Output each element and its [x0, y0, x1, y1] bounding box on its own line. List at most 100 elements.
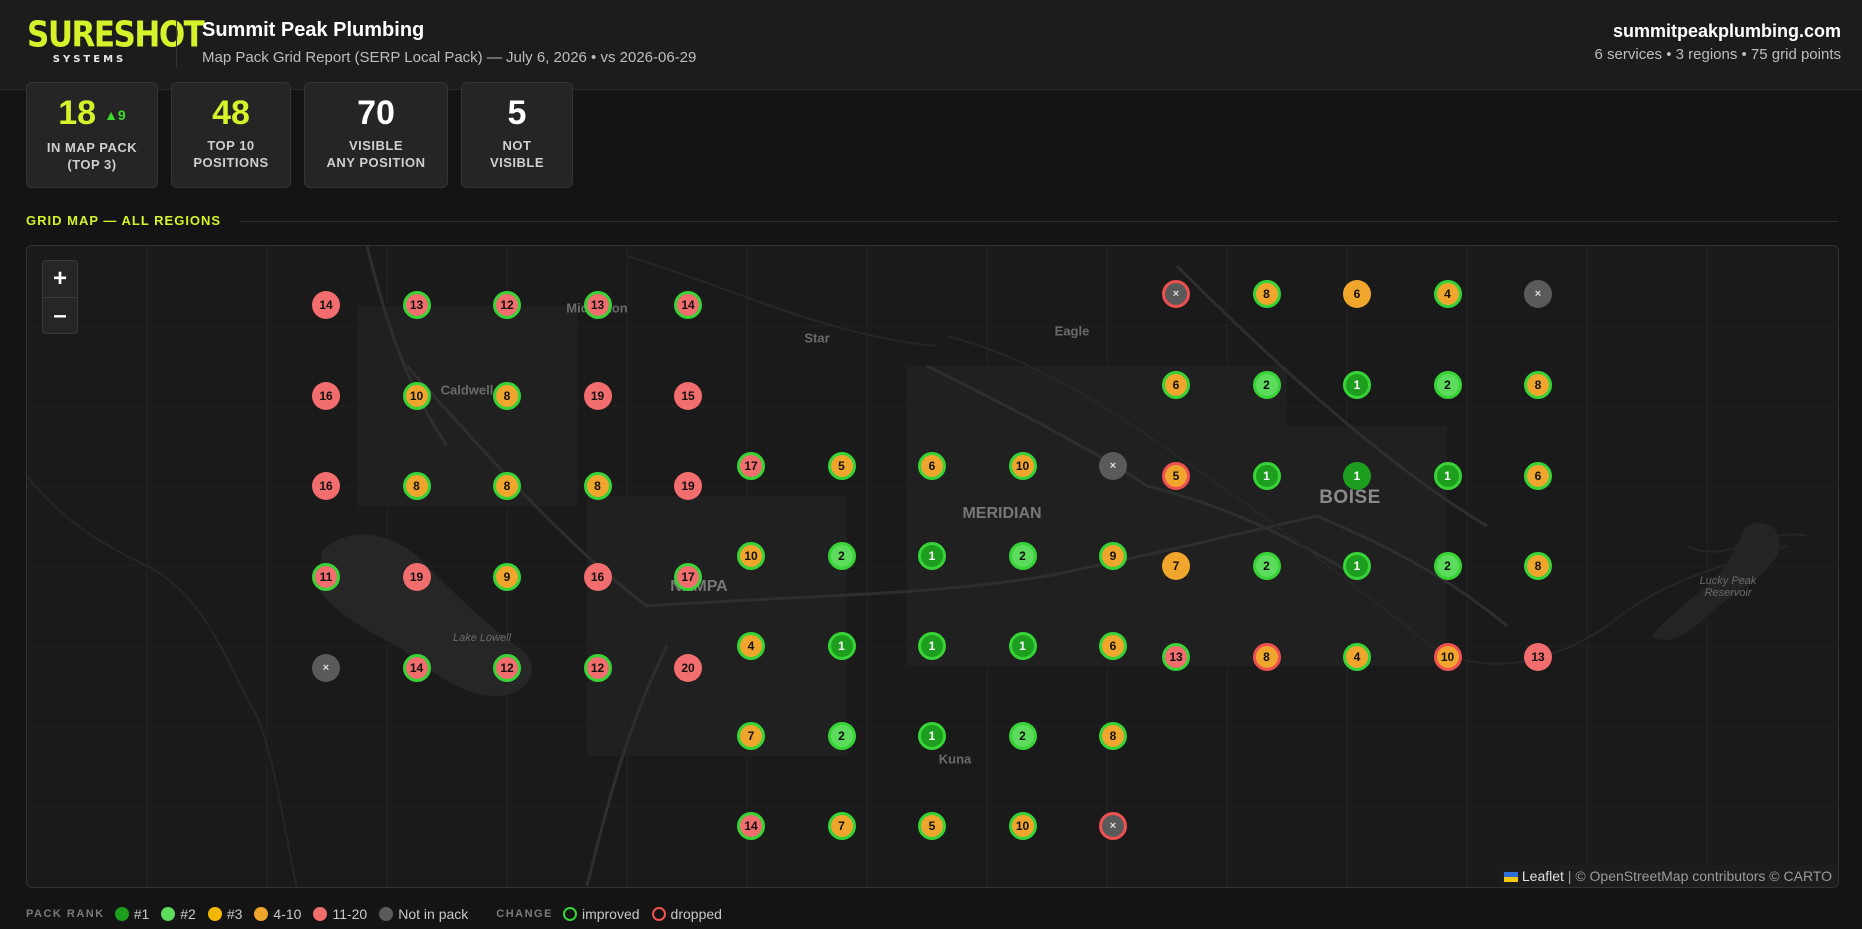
grid-point-rank-1[interactable]: 1: [918, 632, 946, 660]
stat-delta-map-pack: ▲9: [104, 107, 126, 124]
grid-point-rank-2[interactable]: 2: [1252, 552, 1281, 581]
grid-point-rank-10[interactable]: 10: [1008, 812, 1037, 840]
legend-label: Not in pack: [398, 906, 469, 922]
grid-point-rank-5[interactable]: 5: [918, 812, 946, 840]
grid-point-rank-1[interactable]: 1: [1433, 461, 1462, 490]
stat-value-map-pack: 18 ▲9: [58, 94, 126, 132]
legend-heading-pack-rank: PACK RANK: [26, 908, 105, 920]
place-label-caldwell: Caldwell: [440, 382, 494, 398]
grid-point-rank-1[interactable]: 1: [918, 542, 946, 570]
grid-point-rank-5[interactable]: 5: [827, 452, 856, 480]
grid-point-rank-4[interactable]: 4: [737, 632, 765, 660]
grid-point-rank-6[interactable]: 6: [1099, 632, 1127, 660]
grid-point-rank-8[interactable]: 8: [1252, 643, 1281, 672]
grid-point-rank-2[interactable]: 2: [1252, 370, 1281, 399]
grid-point-rank-14[interactable]: 14: [402, 653, 431, 682]
grid-point-rank-8[interactable]: 8: [402, 472, 431, 501]
grid-point-rank-10[interactable]: 10: [402, 381, 431, 410]
grid-point-rank-8[interactable]: 8: [1524, 552, 1552, 581]
grid-point-not-in-pack[interactable]: ×: [1524, 280, 1552, 308]
grid-point-rank-5[interactable]: 5: [1162, 461, 1190, 490]
grid-point-rank-14[interactable]: 14: [674, 291, 702, 319]
grid-point-rank-12[interactable]: 12: [493, 291, 521, 319]
grid-point-rank-11[interactable]: 11: [312, 563, 340, 592]
grid-point-rank-7[interactable]: 7: [737, 722, 765, 750]
grid-point-rank-12[interactable]: 12: [583, 653, 612, 682]
grid-point-rank-13[interactable]: 13: [583, 291, 612, 319]
grid-point-rank-14[interactable]: 14: [312, 291, 340, 319]
legend-label: dropped: [670, 906, 722, 922]
grid-point-rank-8[interactable]: 8: [493, 472, 521, 501]
grid-point-rank-8[interactable]: 8: [1524, 370, 1552, 399]
grid-point-rank-6[interactable]: 6: [918, 452, 946, 480]
client-name: Summit Peak Plumbing: [202, 19, 425, 41]
grid-point-rank-1[interactable]: 1: [1008, 632, 1037, 660]
grid-point-rank-15[interactable]: 15: [674, 381, 702, 410]
zoom-control: + –: [42, 260, 78, 334]
grid-point-rank-1[interactable]: 1: [1252, 461, 1281, 490]
grid-point-rank-2[interactable]: 2: [1433, 552, 1462, 581]
grid-point-rank-2[interactable]: 2: [1433, 370, 1462, 399]
grid-point-rank-2[interactable]: 2: [827, 542, 856, 570]
rank-4-10-swatch: [254, 907, 269, 921]
legend-label: #3: [226, 906, 243, 922]
grid-point-rank-8[interactable]: 8: [1099, 722, 1127, 750]
grid-point-rank-6[interactable]: 6: [1524, 461, 1552, 490]
grid-point-not-in-pack[interactable]: ×: [1099, 452, 1127, 480]
grid-point-rank-7[interactable]: 7: [1162, 552, 1190, 581]
grid-point-rank-13[interactable]: 13: [1524, 643, 1552, 672]
grid-point-rank-8[interactable]: 8: [1252, 280, 1281, 308]
grid-point-rank-16[interactable]: 16: [583, 563, 612, 592]
legend-item-rank-4-10: 4-10: [254, 906, 301, 922]
grid-point-not-in-pack[interactable]: ×: [1162, 280, 1190, 308]
grid-point-rank-10[interactable]: 10: [737, 542, 765, 570]
grid-point-rank-20[interactable]: 20: [674, 653, 702, 682]
grid-point-rank-1[interactable]: 1: [1343, 461, 1371, 490]
grid-point-rank-1[interactable]: 1: [1343, 552, 1371, 581]
stat-label-map-pack: IN MAP PACK (TOP 3): [46, 140, 138, 173]
place-label-lake-lowell: Lake Lowell: [452, 632, 512, 644]
map-legend: PACK RANK #1 #2 #3 4-10 11-20 Not in pac…: [26, 904, 734, 924]
leaflet-link[interactable]: Leaflet: [1522, 868, 1564, 884]
legend-heading-change: CHANGE: [496, 908, 553, 920]
dropped-ring-swatch: [651, 907, 666, 921]
grid-point-rank-19[interactable]: 19: [402, 563, 431, 592]
grid-point-rank-13[interactable]: 13: [402, 291, 431, 319]
zoom-in-button[interactable]: +: [43, 261, 77, 297]
grid-point-rank-8[interactable]: 8: [583, 472, 612, 501]
grid-point-rank-10[interactable]: 10: [1008, 452, 1037, 480]
zoom-out-button[interactable]: –: [43, 297, 77, 333]
grid-point-rank-16[interactable]: 16: [312, 472, 340, 501]
grid-point-rank-12[interactable]: 12: [493, 653, 521, 682]
grid-point-rank-4[interactable]: 4: [1343, 643, 1371, 672]
logo-wordmark: SURESHOT: [27, 14, 205, 56]
grid-point-rank-9[interactable]: 9: [1099, 542, 1127, 570]
grid-point-rank-17[interactable]: 17: [737, 452, 765, 480]
grid-point-rank-19[interactable]: 19: [583, 381, 612, 410]
grid-point-rank-2[interactable]: 2: [827, 722, 856, 750]
grid-point-rank-6[interactable]: 6: [1162, 370, 1190, 399]
grid-point-rank-10[interactable]: 10: [1433, 643, 1462, 672]
grid-point-rank-17[interactable]: 17: [674, 563, 702, 592]
grid-point-rank-9[interactable]: 9: [493, 563, 521, 592]
grid-point-rank-2[interactable]: 2: [1008, 542, 1037, 570]
grid-point-rank-2[interactable]: 2: [1008, 722, 1037, 750]
grid-point-rank-4[interactable]: 4: [1433, 280, 1462, 308]
stat-card-top-10: 48 TOP 10 POSITIONS: [171, 82, 291, 188]
report-subtitle: Map Pack Grid Report (SERP Local Pack) —…: [202, 49, 697, 66]
grid-point-rank-6[interactable]: 6: [1343, 280, 1371, 308]
client-domain: summitpeakplumbing.com: [1612, 21, 1841, 41]
grid-point-rank-8[interactable]: 8: [493, 381, 521, 410]
grid-point-not-in-pack[interactable]: ×: [1099, 812, 1127, 840]
grid-map[interactable]: MiddletonStarEagleCaldwellMERIDIANBOISEN…: [26, 245, 1839, 888]
grid-point-rank-1[interactable]: 1: [918, 722, 946, 750]
grid-point-not-in-pack[interactable]: ×: [312, 653, 340, 682]
grid-point-rank-13[interactable]: 13: [1162, 643, 1190, 672]
grid-point-rank-19[interactable]: 19: [674, 472, 702, 501]
grid-point-rank-1[interactable]: 1: [1343, 370, 1371, 399]
grid-point-rank-14[interactable]: 14: [737, 812, 765, 840]
grid-point-rank-7[interactable]: 7: [827, 812, 856, 840]
stat-value-visible: 70: [357, 94, 395, 132]
grid-point-rank-16[interactable]: 16: [312, 381, 340, 410]
grid-point-rank-1[interactable]: 1: [827, 632, 856, 660]
